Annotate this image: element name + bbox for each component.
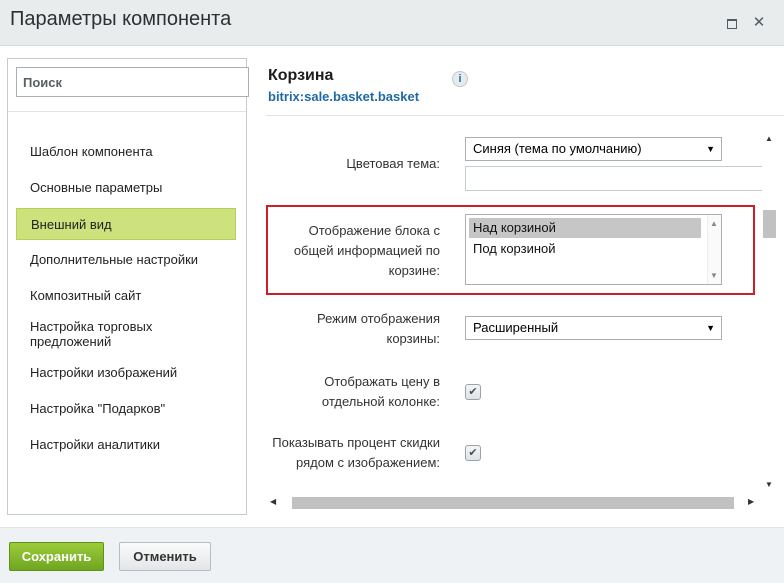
scroll-left-icon[interactable]: ◀ (270, 497, 276, 506)
info-icon[interactable]: i (452, 71, 468, 87)
sidebar-item-images[interactable]: Настройки изображений (16, 365, 236, 380)
total-block-listbox[interactable]: Над корзиной Под корзиной ▲ ▼ (465, 214, 722, 285)
total-block-label: Отображение блока с общей информацией по… (293, 223, 440, 278)
chevron-down-icon: ▼ (706, 323, 715, 333)
save-button[interactable]: Сохранить (9, 542, 104, 571)
sidebar-item-appearance[interactable]: Внешний вид (16, 208, 236, 240)
sidebar-item-template[interactable]: Шаблон компонента (16, 144, 236, 159)
scroll-down-icon[interactable]: ▼ (765, 480, 773, 489)
scroll-up-icon[interactable]: ▲ (710, 219, 718, 228)
listbox-option-below[interactable]: Под корзиной (469, 239, 701, 259)
sidebar-item-analytics[interactable]: Настройки аналитики (16, 437, 236, 452)
sidebar-item-additional[interactable]: Дополнительные настройки (16, 252, 236, 267)
chevron-down-icon: ▼ (706, 144, 715, 154)
scroll-down-icon[interactable]: ▼ (710, 271, 718, 280)
sidebar-item-composite[interactable]: Композитный сайт (16, 288, 236, 303)
sidebar-divider (8, 111, 246, 112)
sidebar-item-gifts[interactable]: Настройка "Подарков" (16, 401, 236, 416)
display-mode-label: Режим отображения корзины: (317, 311, 440, 346)
scroll-right-icon[interactable]: ▶ (748, 497, 754, 506)
color-theme-extra-input[interactable] (465, 166, 775, 191)
color-theme-label: Цветовая тема: (346, 156, 440, 171)
listbox-scrollbar[interactable]: ▲ ▼ (707, 215, 721, 284)
dialog-footer: Сохранить Отменить (0, 527, 784, 583)
discount-percent-checkbox[interactable]: ✔ (465, 445, 481, 461)
vertical-scrollbar[interactable]: ▲ ▼ (762, 130, 777, 492)
scroll-thumb[interactable] (763, 210, 776, 238)
display-mode-value: Расширенный (473, 320, 559, 335)
search-box (16, 67, 249, 97)
component-name: Корзина (268, 67, 334, 84)
horizontal-scrollbar[interactable]: ◀ ▶ (266, 495, 763, 511)
scroll-thumb[interactable] (292, 497, 734, 509)
price-column-checkbox[interactable]: ✔ (465, 384, 481, 400)
discount-percent-label: Показывать процент скидки рядом с изобра… (272, 435, 440, 470)
component-code: bitrix:sale.basket.basket (268, 89, 420, 104)
search-input[interactable] (17, 68, 248, 96)
content-divider (266, 115, 784, 116)
cancel-button[interactable]: Отменить (119, 542, 211, 571)
scroll-up-icon[interactable]: ▲ (765, 134, 773, 143)
sidebar-item-main-params[interactable]: Основные параметры (16, 180, 236, 195)
color-theme-select[interactable]: Синяя (тема по умолчанию) ▼ (465, 137, 722, 161)
maximize-icon[interactable] (723, 14, 741, 32)
color-theme-value: Синяя (тема по умолчанию) (473, 141, 642, 156)
settings-panel: Корзина bitrix:sale.basket.basket i Цвет… (266, 58, 784, 515)
listbox-option-above[interactable]: Над корзиной (469, 218, 701, 238)
sidebar-item-offers[interactable]: Настройка торговых предложений (16, 319, 236, 349)
window-title: Параметры компонента (10, 8, 232, 30)
window-titlebar: Параметры компонента ✕ (0, 0, 784, 46)
display-mode-select[interactable]: Расширенный ▼ (465, 316, 722, 340)
close-icon[interactable]: ✕ (750, 14, 768, 32)
price-column-label: Отображать цену в отдельной колонке: (321, 374, 440, 409)
sidebar: Шаблон компонента Основные параметры Вне… (7, 58, 249, 515)
